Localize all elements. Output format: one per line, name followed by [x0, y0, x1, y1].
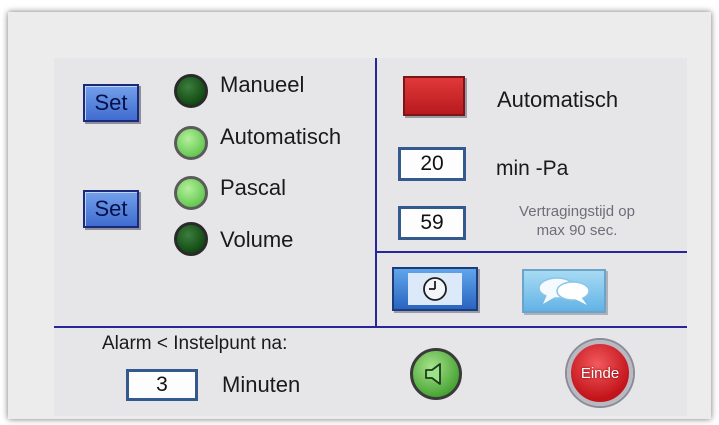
alarm-minutes-input[interactable]: 3 [126, 369, 198, 401]
manueel-label: Manueel [220, 72, 305, 97]
alarm-label: Alarm < Instelpunt na: [102, 333, 288, 354]
volume-label: Volume [220, 227, 294, 252]
alarm-sound-button[interactable] [410, 348, 462, 400]
set-button-unit[interactable]: Set [83, 190, 139, 228]
chat-bubbles-icon [535, 275, 593, 307]
clock-button[interactable] [392, 267, 478, 311]
right-horizontal-divider [377, 251, 687, 253]
manueel-indicator [174, 74, 208, 108]
volume-indicator [174, 222, 208, 256]
pascal-indicator [174, 176, 208, 210]
delay-text-line2: max 90 sec. [536, 222, 618, 239]
device-frame: Set Set Manueel Automatisch Pascal Volum… [8, 12, 711, 419]
vertical-divider [375, 58, 377, 328]
bottom-horizontal-divider [54, 326, 687, 328]
automatisch-indicator [174, 126, 208, 160]
set-button-mode[interactable]: Set [83, 84, 139, 122]
delay-text-line1: Vertragingstijd op [519, 203, 635, 220]
exit-label: Einde [580, 364, 620, 382]
message-button[interactable] [522, 269, 606, 313]
exit-button[interactable]: Einde [567, 340, 633, 406]
pascal-label: Pascal [220, 175, 287, 200]
clock-icon [408, 273, 462, 305]
pressure-input[interactable]: 20 [398, 147, 466, 181]
minutes-label: Minuten [222, 372, 301, 397]
delay-description: Vertragingstijd op max 90 sec. [488, 202, 666, 240]
automatic-mode-indicator-button[interactable] [403, 76, 465, 116]
touch-screen: Set Set Manueel Automatisch Pascal Volum… [54, 58, 687, 416]
delay-input[interactable]: 59 [398, 206, 466, 240]
pressure-unit-label: min -Pa [496, 157, 569, 180]
automatisch-option-label: Automatisch [220, 124, 342, 149]
speaker-icon [423, 362, 449, 386]
automatisch-mode-label: Automatisch [497, 87, 619, 112]
